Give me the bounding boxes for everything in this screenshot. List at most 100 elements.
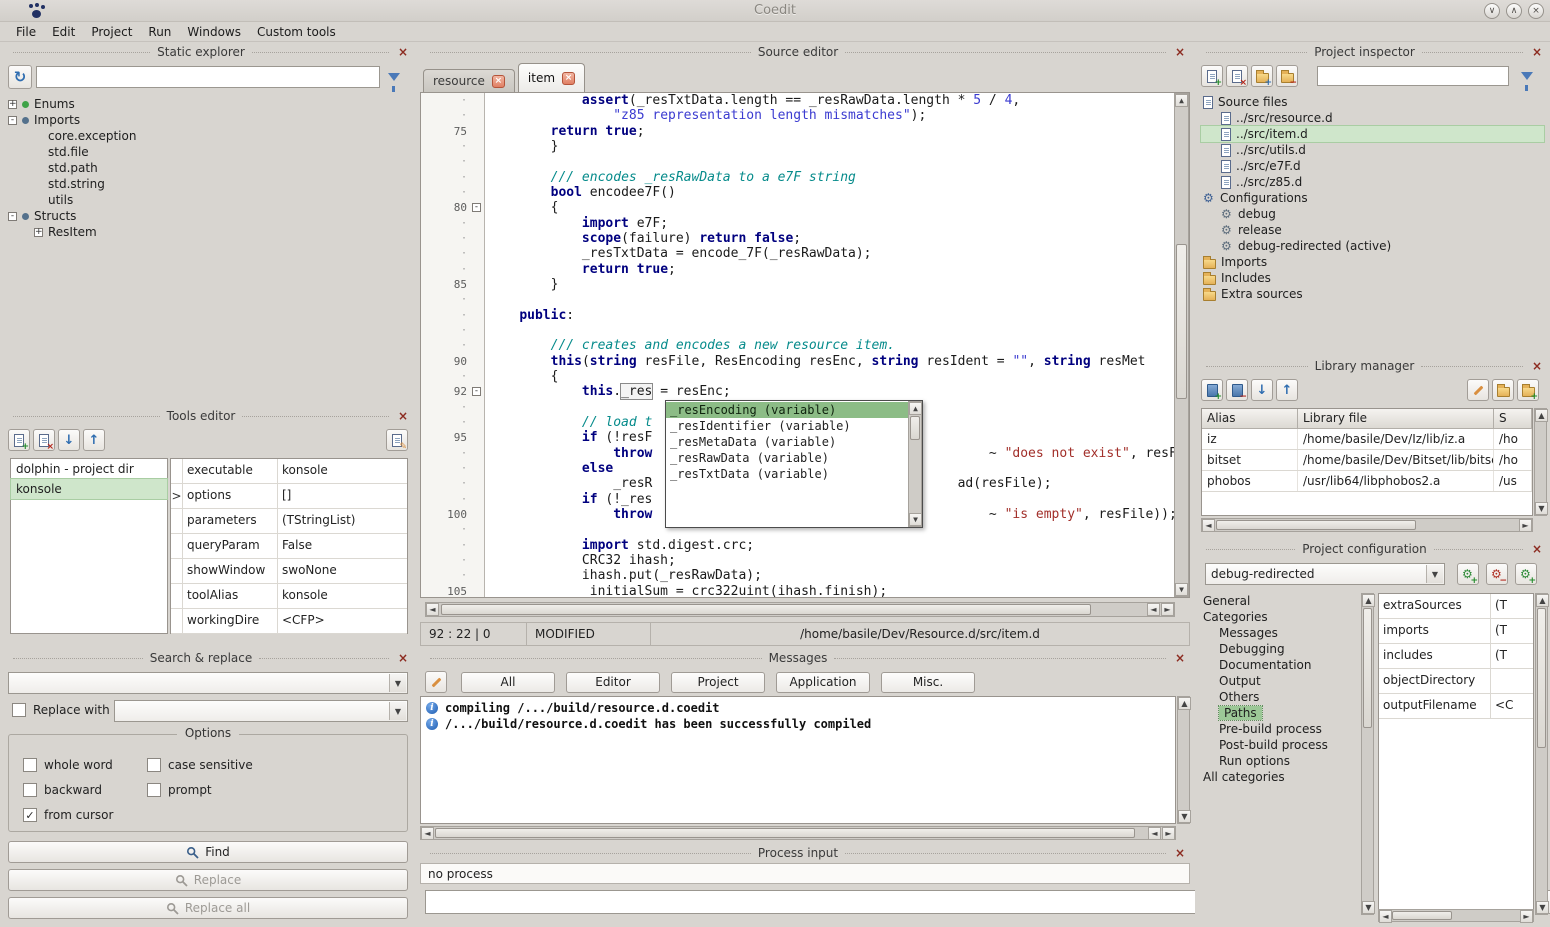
tree-item[interactable]: std.path bbox=[6, 160, 410, 176]
filter-button-all[interactable]: All bbox=[461, 672, 555, 693]
property-row[interactable]: extraSources(T bbox=[1379, 594, 1533, 619]
code-line[interactable]: { bbox=[488, 200, 1174, 215]
panel-close-icon[interactable]: × bbox=[1530, 45, 1544, 59]
filter-button-editor[interactable]: Editor bbox=[566, 672, 660, 693]
editor-tab-item[interactable]: item× bbox=[518, 63, 585, 92]
scroll-down-icon[interactable]: ▼ bbox=[1362, 901, 1375, 914]
checkbox-case-sensitive[interactable]: case sensitive bbox=[147, 757, 253, 773]
expand-icon[interactable]: + bbox=[8, 100, 17, 109]
configuration-category[interactable]: Pre-build process bbox=[1201, 721, 1359, 737]
close-icon[interactable]: × bbox=[1528, 3, 1544, 19]
panel-close-icon[interactable]: × bbox=[1530, 542, 1544, 556]
tab-close-icon[interactable]: × bbox=[492, 75, 505, 88]
scroll-right-icon[interactable]: ► bbox=[1161, 603, 1174, 616]
scroll-left-icon[interactable]: ◄ bbox=[1148, 827, 1161, 840]
property-row[interactable]: outputFilename<C bbox=[1379, 694, 1533, 719]
message-row[interactable]: i/.../build/resource.d.coedit has been s… bbox=[421, 716, 1175, 732]
inspector-item[interactable]: ../src/utils.d bbox=[1201, 142, 1544, 158]
inspector-item[interactable]: Source files bbox=[1201, 94, 1544, 110]
remove-source-button[interactable]: × bbox=[1226, 65, 1248, 87]
scroll-left-icon[interactable]: ◄ bbox=[421, 827, 434, 840]
replace-button[interactable]: Replace bbox=[8, 869, 408, 891]
inspector-item[interactable]: ../src/e7F.d bbox=[1201, 158, 1544, 174]
message-row[interactable]: icompiling /.../build/resource.d.coedit bbox=[421, 700, 1175, 716]
property-value[interactable]: <C bbox=[1491, 694, 1533, 718]
messages-horizontal-scrollbar[interactable]: ◄ ◄ ► bbox=[420, 826, 1176, 840]
inspector-item[interactable]: ⚙debug-redirected (active) bbox=[1201, 238, 1544, 254]
menu-custom-tools[interactable]: Custom tools bbox=[249, 23, 344, 41]
property-value[interactable]: konsole bbox=[278, 584, 407, 608]
configuration-category[interactable]: Output bbox=[1201, 673, 1359, 689]
property-row[interactable]: parameters(TStringList) bbox=[171, 509, 407, 534]
open-library-file-button[interactable] bbox=[1492, 379, 1514, 401]
code-line[interactable]: /// creates and encodes a new resource i… bbox=[488, 338, 1174, 353]
add-tool-button[interactable]: + bbox=[8, 429, 30, 451]
chevron-down-icon[interactable]: ▼ bbox=[389, 702, 406, 720]
code-line[interactable]: "z85 representation length mismatches"); bbox=[488, 108, 1174, 123]
replace-with-checkbox[interactable] bbox=[12, 703, 26, 717]
grid-vertical-scrollbar[interactable]: ▲ ▼ bbox=[1535, 593, 1548, 915]
panel-close-icon[interactable]: × bbox=[1530, 359, 1544, 373]
property-value[interactable]: konsole bbox=[278, 459, 407, 483]
scroll-down-icon[interactable]: ▼ bbox=[1175, 583, 1188, 596]
scroll-left-icon[interactable]: ◄ bbox=[1202, 519, 1215, 532]
configuration-selector[interactable]: debug-redirected ▼ bbox=[1205, 563, 1445, 585]
inspector-item[interactable]: ../src/item.d bbox=[1201, 126, 1544, 142]
scroll-up-icon[interactable]: ▲ bbox=[1536, 594, 1549, 607]
tree-item[interactable]: utils bbox=[6, 192, 410, 208]
menu-edit[interactable]: Edit bbox=[44, 23, 83, 41]
code-line[interactable] bbox=[488, 154, 1174, 169]
filter-button-project[interactable]: Project bbox=[671, 672, 765, 693]
configuration-category[interactable]: Post-build process bbox=[1201, 737, 1359, 753]
code-line[interactable] bbox=[488, 323, 1174, 338]
property-value[interactable]: swoNone bbox=[278, 559, 407, 583]
scroll-left-icon[interactable]: ◄ bbox=[1379, 910, 1392, 923]
configuration-category[interactable]: Run options bbox=[1201, 753, 1359, 769]
move-tool-down-button[interactable]: ↓ bbox=[58, 429, 80, 451]
inspector-item[interactable]: ⚙Configurations bbox=[1201, 190, 1544, 206]
chevron-down-icon[interactable]: ▼ bbox=[389, 674, 406, 692]
panel-close-icon[interactable]: × bbox=[396, 651, 410, 665]
maximize-icon[interactable]: ∧ bbox=[1506, 3, 1522, 19]
code-line[interactable]: assert(_resTxtData.length == _resRawData… bbox=[488, 93, 1174, 108]
tree-item[interactable]: -Imports bbox=[6, 112, 410, 128]
property-value[interactable]: <CFP> bbox=[278, 609, 407, 633]
editor-horizontal-scrollbar[interactable]: ◄ ◄ ► bbox=[425, 602, 1175, 617]
configuration-category[interactable]: Others bbox=[1201, 689, 1359, 705]
configuration-category[interactable]: Messages bbox=[1201, 625, 1359, 641]
completion-item[interactable]: _resEncoding (variable) bbox=[666, 402, 908, 418]
remove-folder-button[interactable]: − bbox=[1276, 65, 1298, 87]
code-line[interactable] bbox=[488, 292, 1174, 307]
code-line[interactable]: CRC32 ihash; bbox=[488, 553, 1174, 568]
move-library-up-button[interactable]: ↑ bbox=[1276, 379, 1298, 401]
panel-close-icon[interactable]: × bbox=[396, 409, 410, 423]
scroll-down-icon[interactable]: ▼ bbox=[1536, 901, 1549, 914]
editor-tab-resource[interactable]: resource× bbox=[423, 69, 515, 92]
add-folder-button[interactable]: + bbox=[1251, 65, 1273, 87]
table-row[interactable]: bitset/home/basile/Dev/Bitset/lib/bitse/… bbox=[1202, 450, 1532, 471]
fold-collapse-icon[interactable]: - bbox=[472, 387, 481, 396]
inspector-item[interactable]: ../src/resource.d bbox=[1201, 110, 1544, 126]
inspector-filter-input[interactable] bbox=[1317, 66, 1509, 86]
property-row[interactable]: >options[] bbox=[171, 484, 407, 509]
configuration-category[interactable]: Paths bbox=[1201, 705, 1359, 721]
filter-button-misc[interactable]: Misc. bbox=[881, 672, 975, 693]
code-line[interactable]: this(string resFile, ResEncoding resEnc,… bbox=[488, 354, 1174, 369]
remove-library-button[interactable]: − bbox=[1226, 379, 1248, 401]
column-header[interactable]: Library file bbox=[1298, 409, 1494, 428]
collapse-icon[interactable]: - bbox=[8, 212, 17, 221]
configuration-category[interactable]: All categories bbox=[1201, 769, 1359, 785]
menu-windows[interactable]: Windows bbox=[179, 23, 249, 41]
completion-item[interactable]: _resIdentifier (variable) bbox=[666, 418, 908, 434]
message-list[interactable]: icompiling /.../build/resource.d.coediti… bbox=[420, 696, 1176, 824]
scroll-right-icon[interactable]: ► bbox=[1519, 519, 1532, 532]
scroll-down-icon[interactable]: ▼ bbox=[1535, 502, 1548, 515]
checkbox-from-cursor[interactable]: ✓from cursor bbox=[23, 807, 113, 823]
find-button[interactable]: Find bbox=[8, 841, 408, 863]
edit-tool-button[interactable]: ✎ bbox=[386, 429, 408, 451]
add-configuration-button[interactable]: ⚙+ bbox=[1457, 563, 1479, 585]
property-row[interactable]: executablekonsole bbox=[171, 459, 407, 484]
completion-scrollbar[interactable]: ▲ ▼ bbox=[908, 401, 922, 527]
fold-collapse-icon[interactable]: - bbox=[472, 203, 481, 212]
expand-icon[interactable]: + bbox=[34, 228, 43, 237]
